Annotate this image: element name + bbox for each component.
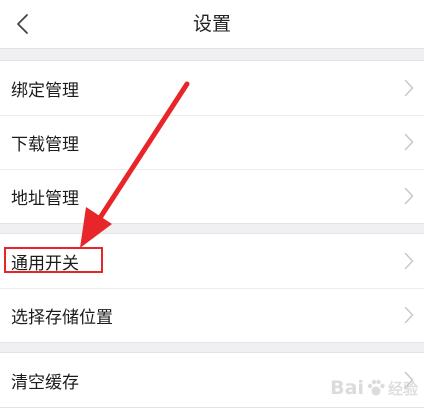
settings-item-label: 下载管理: [11, 134, 79, 155]
settings-item-clear-cache[interactable]: 清空缓存: [0, 353, 424, 407]
chevron-right-icon: [404, 371, 414, 389]
nav-header: 设置: [0, 0, 424, 49]
settings-group-cache: 清空缓存: [0, 352, 424, 408]
settings-item-storage-location[interactable]: 选择存储位置: [0, 288, 424, 342]
page-title: 设置: [192, 13, 231, 35]
settings-group-general: 通用开关 选择存储位置: [0, 233, 424, 343]
chevron-right-icon: [404, 306, 414, 324]
settings-item-address[interactable]: 地址管理: [0, 169, 424, 223]
settings-item-label: 地址管理: [11, 188, 79, 209]
settings-item-label: 清空缓存: [11, 372, 79, 393]
chevron-right-icon: [404, 187, 414, 205]
settings-item-downloads[interactable]: 下载管理: [0, 115, 424, 169]
settings-item-general-switch[interactable]: 通用开关: [0, 234, 424, 288]
chevron-right-icon: [404, 133, 414, 151]
settings-item-label: 选择存储位置: [11, 307, 113, 328]
settings-item-binding[interactable]: 绑定管理: [0, 61, 424, 115]
settings-item-label: 通用开关: [11, 253, 79, 274]
settings-item-label: 绑定管理: [11, 80, 79, 101]
chevron-right-icon: [404, 79, 414, 97]
chevron-right-icon: [404, 252, 414, 270]
settings-group-account: 绑定管理 下载管理 地址管理: [0, 60, 424, 224]
